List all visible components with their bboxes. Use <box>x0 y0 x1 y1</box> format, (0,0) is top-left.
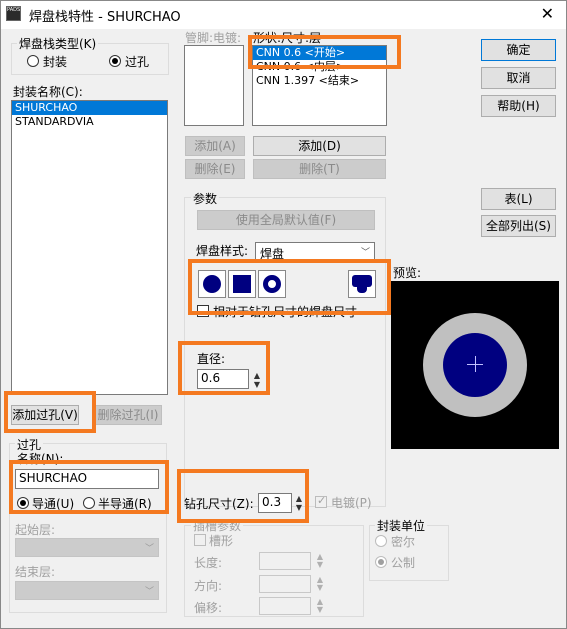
start-layer-label: 起始层: <box>15 523 56 537</box>
plated-label[interactable]: 电镀(P) <box>331 494 372 511</box>
radio-via[interactable] <box>109 55 121 67</box>
slot-label[interactable]: 槽形 <box>209 532 233 549</box>
close-icon[interactable]: ✕ <box>541 4 554 23</box>
package-names-list[interactable]: SHURCHAO STANDARDVIA <box>11 100 168 395</box>
package-names-label: 封装名称(C): <box>13 85 83 99</box>
plated-checkbox[interactable] <box>315 494 327 508</box>
add-layer-button[interactable]: 添加(D) <box>253 136 386 156</box>
radio-package[interactable] <box>27 55 39 67</box>
help-button[interactable]: 帮助(H) <box>481 95 556 117</box>
preview-canvas <box>391 281 559 449</box>
list-item[interactable]: CNN 1.397 <结束> <box>253 74 386 88</box>
end-layer-select[interactable]: ﹀ <box>15 581 159 600</box>
layer-list-label: 形状:尺寸:层 <box>253 31 322 45</box>
circle-icon <box>203 275 221 293</box>
table-button[interactable]: 表(L) <box>481 188 556 210</box>
ok-button[interactable]: 确定 <box>481 39 556 61</box>
radio-partial[interactable] <box>83 497 95 509</box>
list-item[interactable]: CNN 0.6 <开始> <box>253 46 386 60</box>
crosshair-icon-v <box>475 356 476 372</box>
end-layer-label: 结束层: <box>15 565 56 579</box>
chevron-down-icon: ﹀ <box>144 544 154 554</box>
radio-package-label[interactable]: 封装 <box>43 53 67 70</box>
diameter-spin-down-icon[interactable]: ▼ <box>252 381 262 389</box>
list-all-button[interactable]: 全部列出(S) <box>481 215 556 237</box>
square-icon <box>233 275 251 293</box>
relative-size-label[interactable]: 相对于钻孔尺寸的焊盘尺寸 <box>213 303 357 320</box>
start-layer-select[interactable]: ﹀ <box>15 538 159 557</box>
radio-partial-label[interactable]: 半导通(R) <box>98 495 152 512</box>
pad-style-label: 焊盘样式: <box>196 244 249 258</box>
pin-list[interactable] <box>184 45 244 126</box>
radio-through[interactable] <box>17 497 29 509</box>
slot-checkbox[interactable] <box>194 534 206 546</box>
via-name-label: 名称(N): <box>17 452 64 466</box>
use-global-defaults-button[interactable]: 使用全局默认值(F) <box>197 210 375 230</box>
pad-stack-type-label: 焊盘栈类型(K) <box>17 35 99 52</box>
dialog-window: PADS 焊盘栈特性 - SHURCHAO ✕ 焊盘栈类型(K) 封装 过孔 封… <box>0 0 567 629</box>
custom-shape-icon-stem <box>357 286 367 293</box>
app-icon: PADS <box>6 6 21 21</box>
ring-icon <box>263 275 281 293</box>
cancel-button[interactable]: 取消 <box>481 67 556 89</box>
radio-mil[interactable] <box>375 535 387 547</box>
diameter-label: 直径: <box>197 352 226 366</box>
length-input[interactable] <box>259 552 311 570</box>
offset-input[interactable] <box>259 597 311 615</box>
length-spin-icon[interactable]: ▲ ▼ <box>315 553 325 569</box>
offset-label: 偏移: <box>194 601 223 615</box>
direction-label: 方向: <box>194 579 223 593</box>
relative-size-checkbox[interactable] <box>197 305 209 317</box>
length-label: 长度: <box>194 556 223 570</box>
diameter-input[interactable]: 0.6 <box>197 369 249 389</box>
drill-spin-up-icon[interactable]: ▲ <box>294 495 304 503</box>
pad-style-value: 焊盘 <box>260 247 285 261</box>
list-item[interactable]: CNN 0.6 <内层> <box>253 60 386 74</box>
drill-size-input[interactable]: 0.3 <box>258 493 292 513</box>
drill-size-label: 钻孔尺寸(Z): <box>184 497 254 511</box>
radio-metric-label[interactable]: 公制 <box>391 554 415 571</box>
direction-spin-icon[interactable]: ▲ ▼ <box>315 576 325 592</box>
annular-pad-button[interactable] <box>258 270 286 298</box>
square-pad-button[interactable] <box>228 270 256 298</box>
radio-through-label[interactable]: 导通(U) <box>32 495 74 512</box>
direction-input[interactable] <box>259 575 311 593</box>
params-group-label: 参数 <box>191 190 220 207</box>
list-item[interactable]: STANDARDVIA <box>12 115 167 129</box>
delete-layer-button[interactable]: 删除(T) <box>253 159 386 179</box>
via-name-input[interactable]: SHURCHAO <box>15 469 159 489</box>
radio-mil-label[interactable]: 密尔 <box>391 533 415 550</box>
pad-style-select[interactable]: 焊盘 ﹀ <box>255 242 375 262</box>
chevron-down-icon: ﹀ <box>360 248 370 258</box>
units-group-label: 封装单位 <box>375 517 428 534</box>
round-pad-button[interactable] <box>198 270 226 298</box>
delete-pin-button[interactable]: 删除(E) <box>185 159 245 179</box>
chevron-down-icon: ﹀ <box>144 587 154 597</box>
diameter-spin-up-icon[interactable]: ▲ <box>252 372 262 380</box>
layer-list[interactable]: CNN 0.6 <开始> CNN 0.6 <内层> CNN 1.397 <结束> <box>252 45 387 126</box>
delete-via-button[interactable]: 删除过孔(I) <box>94 405 162 425</box>
radio-via-label[interactable]: 过孔 <box>125 53 149 70</box>
radio-metric[interactable] <box>375 556 387 568</box>
add-via-button[interactable]: 添加过孔(V) <box>11 405 79 425</box>
window-title: 焊盘栈特性 - SHURCHAO <box>29 10 181 25</box>
offset-spin-icon[interactable]: ▲ ▼ <box>315 598 325 614</box>
add-pin-button[interactable]: 添加(A) <box>185 136 245 156</box>
drill-spin-down-icon[interactable]: ▼ <box>294 504 304 512</box>
list-item[interactable]: SHURCHAO <box>12 101 167 115</box>
custom-pad-button[interactable] <box>348 270 376 298</box>
preview-label: 预览: <box>393 266 422 280</box>
pin-list-label: 管脚:电镀: <box>185 31 242 45</box>
title-bar[interactable]: PADS 焊盘栈特性 - SHURCHAO ✕ <box>1 1 566 29</box>
